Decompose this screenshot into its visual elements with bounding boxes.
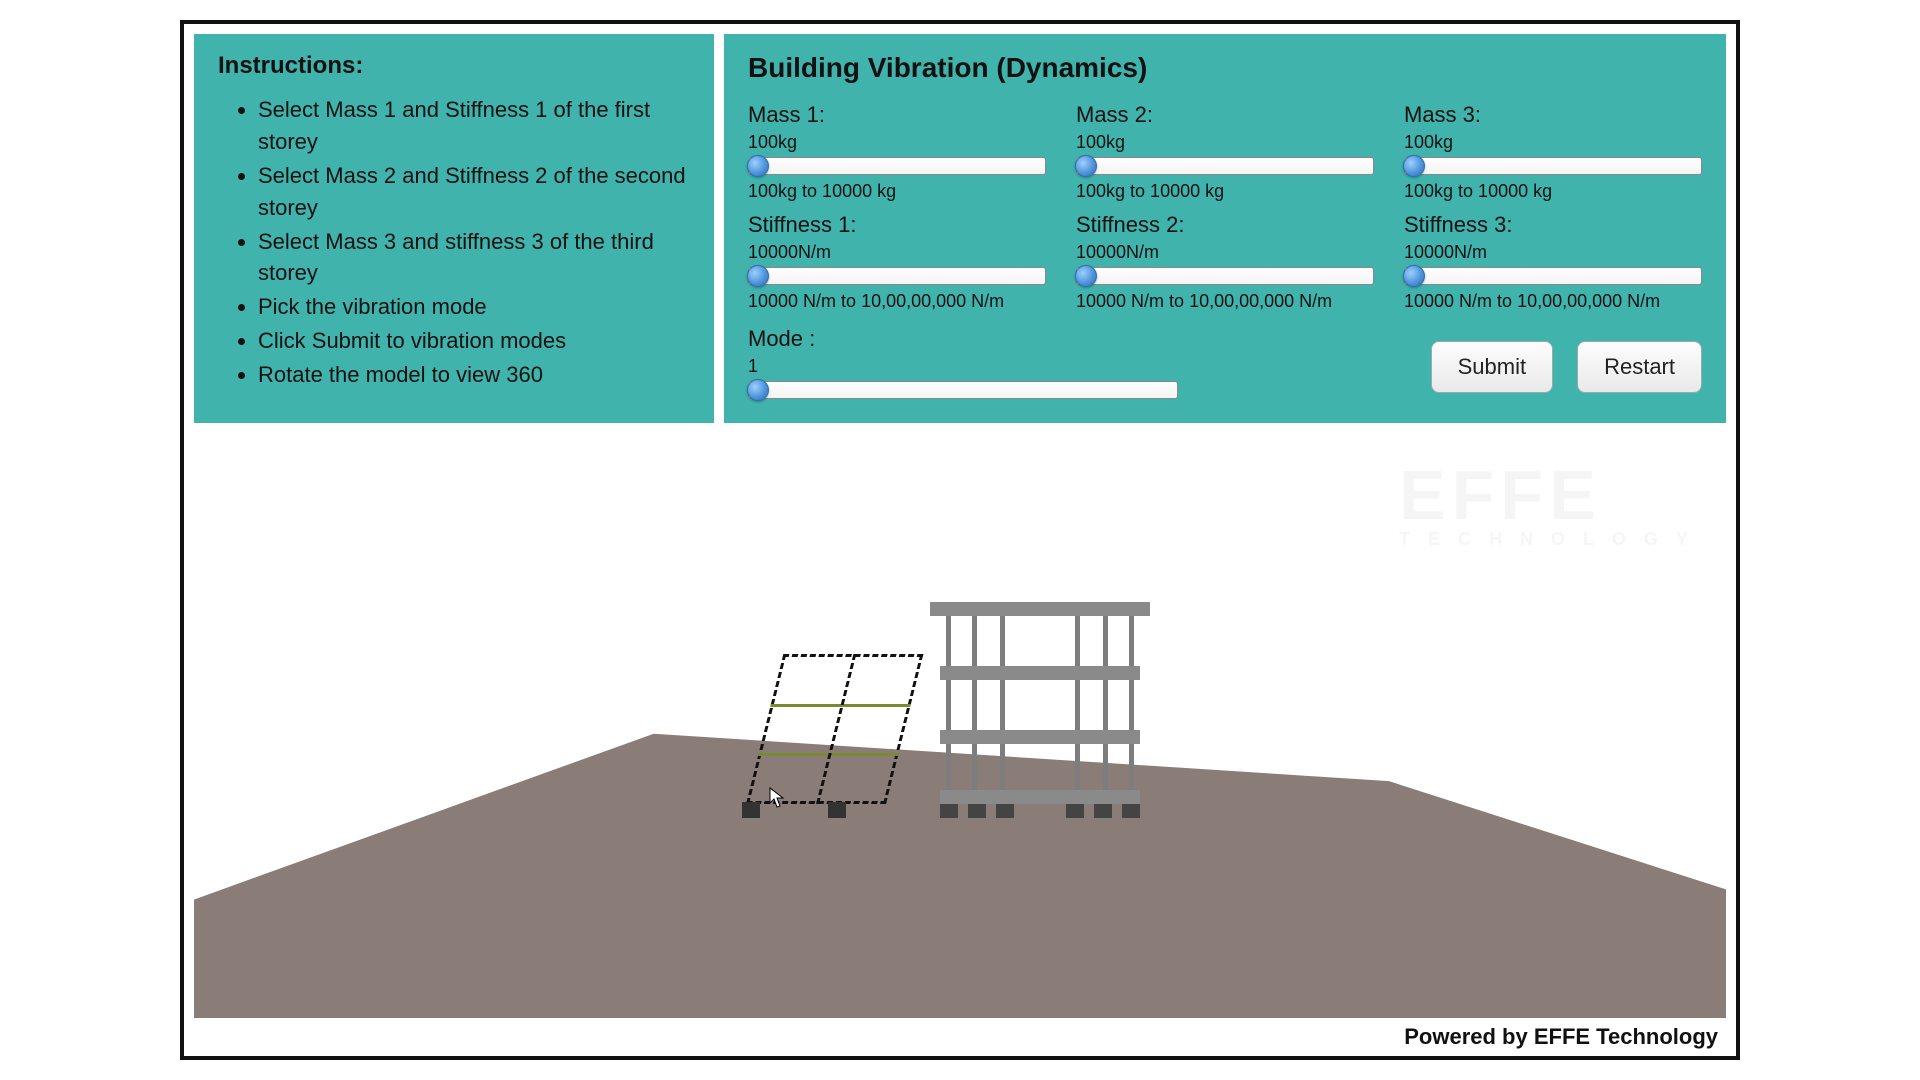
instruction-item: Select Mass 1 and Stiffness 1 of the fir… [258,94,690,158]
mass2-slider[interactable] [1076,157,1374,175]
mass3-value: 100kg [1404,132,1702,153]
slider-thumb-icon[interactable] [1403,265,1425,287]
slider-thumb-icon[interactable] [1403,155,1425,177]
mass3-range: 100kg to 10000 kg [1404,181,1702,202]
stiffness3-label: Stiffness 3: [1404,212,1702,238]
controls-grid: Mass 1: 100kg 100kg to 10000 kg Mass 2: … [748,102,1702,312]
top-row: Instructions: Select Mass 1 and Stiffnes… [184,24,1736,433]
mass1-slider[interactable] [748,157,1046,175]
instructions-heading: Instructions: [218,52,690,80]
app-frame: Instructions: Select Mass 1 and Stiffnes… [180,20,1740,1060]
building-wireframe [746,654,886,804]
instruction-item: Click Submit to vibration modes [258,325,690,357]
instruction-item: Select Mass 2 and Stiffness 2 of the sec… [258,160,690,224]
mode-value: 1 [748,356,1178,377]
watermark-line2: TECHNOLOGY [1399,531,1706,547]
stiffness1-label: Stiffness 1: [748,212,1046,238]
mode-slider[interactable] [748,381,1178,399]
submit-button[interactable]: Submit [1431,341,1553,393]
footer-credit: Powered by EFFE Technology [1404,1024,1718,1050]
stiffness3-slider[interactable] [1404,267,1702,285]
watermark-logo: EFFE TECHNOLOGY [1399,464,1706,547]
controls-title: Building Vibration (Dynamics) [748,52,1702,84]
stiffness2-value: 10000N/m [1076,242,1374,263]
button-row: Submit Restart [1208,341,1702,405]
mode-label: Mode : [748,326,1178,352]
mass3-label: Mass 3: [1404,102,1702,128]
stiffness3-range: 10000 N/m to 10,00,00,000 N/m [1404,291,1702,312]
stiffness2-range: 10000 N/m to 10,00,00,000 N/m [1076,291,1374,312]
mass3-slider[interactable] [1404,157,1702,175]
watermark-line1: EFFE [1399,456,1602,534]
mass1-value: 100kg [748,132,1046,153]
mass1-label: Mass 1: [748,102,1046,128]
slider-thumb-icon[interactable] [1075,265,1097,287]
viewport-3d[interactable]: EFFE TECHNOLOGY [194,454,1726,1018]
instruction-item: Select Mass 3 and stiffness 3 of the thi… [258,226,690,290]
stiffness2-label: Stiffness 2: [1076,212,1374,238]
slider-thumb-icon[interactable] [747,265,769,287]
mass3-group: Mass 3: 100kg 100kg to 10000 kg [1404,102,1702,202]
mass2-label: Mass 2: [1076,102,1374,128]
mass1-range: 100kg to 10000 kg [748,181,1046,202]
stiffness3-value: 10000N/m [1404,242,1702,263]
stiffness1-slider[interactable] [748,267,1046,285]
mode-group: Mode : 1 [748,326,1178,405]
stiffness2-group: Stiffness 2: 10000N/m 10000 N/m to 10,00… [1076,212,1374,312]
stiffness1-group: Stiffness 1: 10000N/m 10000 N/m to 10,00… [748,212,1046,312]
instruction-item: Pick the vibration mode [258,291,690,323]
slider-thumb-icon[interactable] [747,379,769,401]
controls-panel: Building Vibration (Dynamics) Mass 1: 10… [724,34,1726,423]
stiffness3-group: Stiffness 3: 10000N/m 10000 N/m to 10,00… [1404,212,1702,312]
instruction-item: Rotate the model to view 360 [258,359,690,391]
slider-thumb-icon[interactable] [1075,155,1097,177]
mass2-value: 100kg [1076,132,1374,153]
stiffness2-slider[interactable] [1076,267,1374,285]
mass2-group: Mass 2: 100kg 100kg to 10000 kg [1076,102,1374,202]
instructions-list: Select Mass 1 and Stiffness 1 of the fir… [218,94,690,391]
stiffness1-range: 10000 N/m to 10,00,00,000 N/m [748,291,1046,312]
mass2-range: 100kg to 10000 kg [1076,181,1374,202]
restart-button[interactable]: Restart [1577,341,1702,393]
mass1-group: Mass 1: 100kg 100kg to 10000 kg [748,102,1046,202]
building-solid [940,594,1140,804]
bottom-controls: Mode : 1 Submit Restart [748,326,1702,405]
slider-thumb-icon[interactable] [747,155,769,177]
stiffness1-value: 10000N/m [748,242,1046,263]
instructions-panel: Instructions: Select Mass 1 and Stiffnes… [194,34,714,423]
